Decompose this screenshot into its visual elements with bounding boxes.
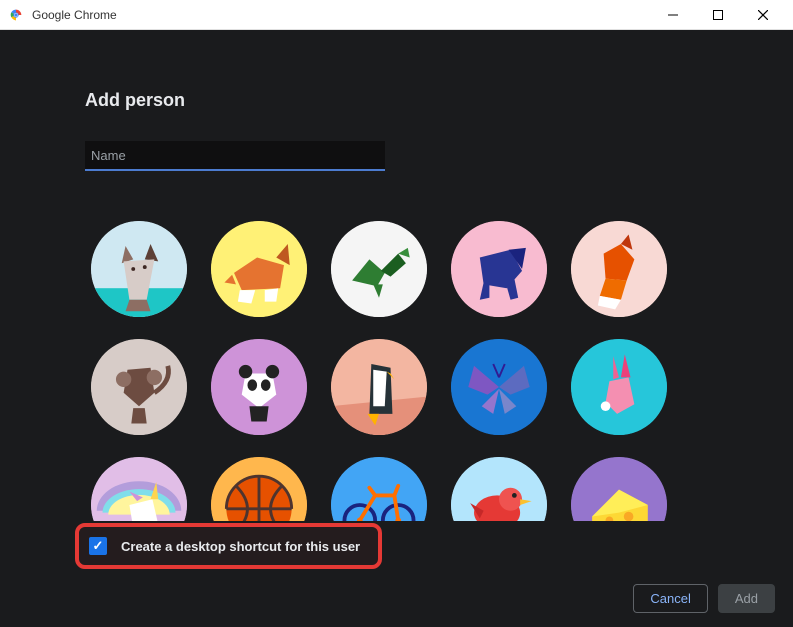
- minimize-button[interactable]: [650, 1, 695, 29]
- avatar-grid: [85, 221, 710, 521]
- avatar-basketball[interactable]: [211, 457, 307, 521]
- avatar-corgi[interactable]: [211, 221, 307, 317]
- avatar-cheese[interactable]: [571, 457, 667, 521]
- avatar-cat[interactable]: [91, 221, 187, 317]
- close-button[interactable]: [740, 1, 785, 29]
- dialog-heading: Add person: [85, 90, 793, 111]
- avatar-penguin[interactable]: [331, 339, 427, 435]
- avatar-elephant[interactable]: [451, 221, 547, 317]
- shortcut-checkbox[interactable]: ✓: [89, 537, 107, 555]
- window-controls: [650, 1, 785, 29]
- avatar-unicorn[interactable]: [91, 457, 187, 521]
- maximize-button[interactable]: [695, 1, 740, 29]
- avatar-bird[interactable]: [451, 457, 547, 521]
- titlebar: Google Chrome: [0, 0, 793, 30]
- avatar-bicycle[interactable]: [331, 457, 427, 521]
- name-input[interactable]: [85, 141, 385, 171]
- dialog-body: Add person ✓ Create a desktop shortcut f…: [0, 30, 793, 627]
- cancel-button[interactable]: Cancel: [633, 584, 707, 613]
- avatar-butterfly[interactable]: [451, 339, 547, 435]
- avatar-panda[interactable]: [211, 339, 307, 435]
- window-title: Google Chrome: [32, 8, 650, 22]
- avatar-monkey[interactable]: [91, 339, 187, 435]
- avatar-rabbit[interactable]: [571, 339, 667, 435]
- chrome-icon: [8, 7, 24, 23]
- add-button[interactable]: Add: [718, 584, 775, 613]
- avatar-fox[interactable]: [571, 221, 667, 317]
- avatar-dragon[interactable]: [331, 221, 427, 317]
- footer-buttons: Cancel Add: [633, 584, 775, 613]
- shortcut-checkbox-highlight: ✓ Create a desktop shortcut for this use…: [75, 523, 382, 569]
- shortcut-label: Create a desktop shortcut for this user: [121, 539, 360, 554]
- avatar-scroll-container[interactable]: [85, 211, 710, 521]
- name-input-wrapper: [85, 141, 385, 171]
